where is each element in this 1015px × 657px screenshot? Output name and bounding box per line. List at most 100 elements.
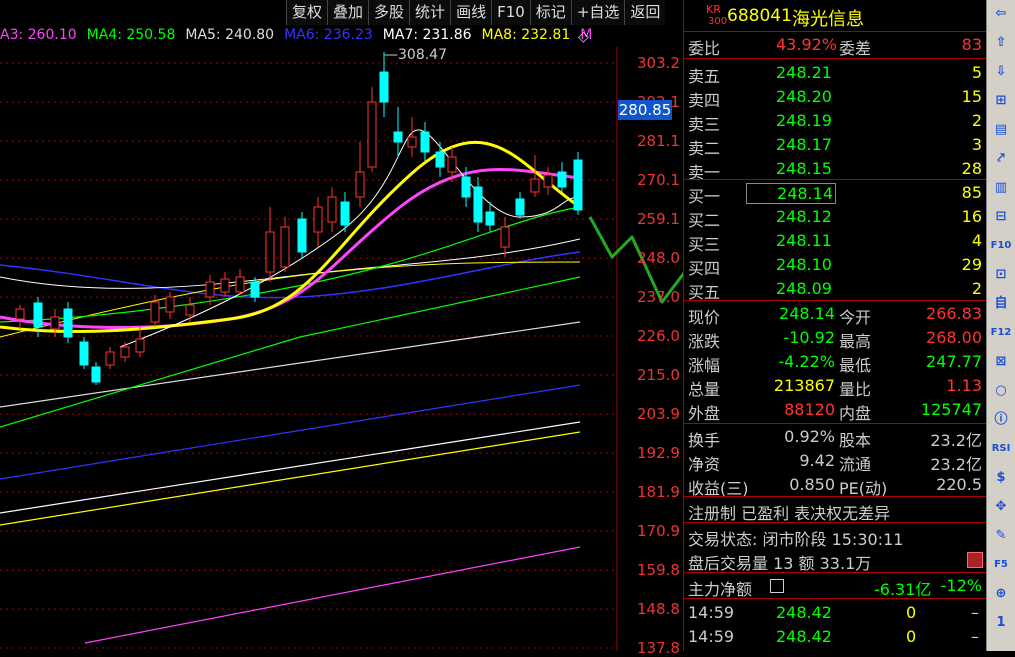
candle-body — [120, 346, 130, 358]
weibi-value: 43.92% — [776, 35, 838, 54]
fundamental-value: 0.92% — [784, 427, 835, 446]
ask-price: 248.20 — [776, 87, 832, 106]
sidebar-tool-icon[interactable]: F12 — [990, 322, 1012, 344]
current-price-box: 280.85 — [618, 100, 672, 120]
sidebar-tool-icon[interactable]: ⓘ — [990, 409, 1012, 431]
toolbar-button[interactable]: 返回 — [624, 0, 666, 25]
kline-chart[interactable]: 303.2292.1281.1270.1259.1248.0237.0226.0… — [0, 47, 912, 657]
sidebar-tool-icon[interactable]: $ — [990, 467, 1012, 489]
candle-body — [447, 156, 457, 173]
tick-row: 14:59 248.42 0 – — [684, 601, 987, 625]
price-axis: 303.2292.1281.1270.1259.1248.0237.0226.0… — [617, 47, 683, 657]
ma-curve — [0, 251, 581, 299]
sidebar-tool-icon[interactable]: ✎ — [990, 525, 1012, 547]
sidebar-tool-icon[interactable]: F5 — [990, 554, 1012, 576]
tick-volume: 0 — [906, 627, 917, 646]
quote-value: -10.92 — [783, 328, 835, 347]
bid-price: 248.10 — [776, 255, 832, 274]
sidebar-tool-icon[interactable]: ⊟ — [990, 206, 1012, 228]
quote-value: 125747 — [920, 400, 982, 419]
weicha-label: 委差 — [839, 39, 872, 58]
quote-label: 外盘 — [688, 404, 721, 423]
quote-row: 现价 248.14 今开 266.83 — [684, 302, 987, 327]
ma-legend-item: A3: 260.10 — [0, 27, 77, 43]
sidebar-tool-icon[interactable]: 1 — [990, 612, 1012, 634]
chart-toolbar: 复权 叠加 多股 统计 画线 F10 标记 +自选 返回 — [286, 0, 666, 27]
quote-label: 今开 — [839, 308, 872, 327]
sidebar-tool-icon[interactable]: ⊡ — [990, 264, 1012, 286]
ma-line — [84, 546, 581, 644]
sidebar-tool-icon[interactable]: ▤ — [990, 119, 1012, 141]
fundamental-label: 换手 — [688, 431, 721, 450]
sidebar-tool-icon[interactable]: ⊕ — [990, 583, 1012, 605]
divider — [684, 31, 987, 32]
candle-body — [63, 308, 73, 338]
divider — [684, 522, 987, 523]
sidebar-tool-icon[interactable]: ⇧ — [990, 32, 1012, 54]
toolbar-button[interactable]: 叠加 — [327, 0, 369, 25]
bid-price: 248.14 — [746, 183, 836, 204]
quote-label: 内盘 — [839, 404, 872, 423]
quote-row: 涨幅 -4.22% 最低 247.77 — [684, 350, 987, 375]
price-tick-label: 192.9 — [637, 444, 680, 463]
candle-body — [367, 101, 377, 168]
sidebar-tool-icon[interactable]: ⊞ — [990, 90, 1012, 112]
sidebar-tool-icon[interactable]: ⇦ — [990, 3, 1012, 25]
bid-label: 买二 — [688, 211, 721, 230]
bid-row: 买五 248.09 2 — [684, 277, 987, 302]
candle-body — [79, 341, 89, 366]
toolbar-button[interactable]: 统计 — [409, 0, 451, 25]
toolbar-button[interactable]: 标记 — [529, 0, 571, 25]
candle-body — [420, 131, 430, 153]
candle-body — [135, 338, 145, 353]
sidebar-tool-icon[interactable]: ▥ — [990, 177, 1012, 199]
tick-flag: – — [971, 603, 979, 622]
candle-body — [150, 301, 160, 323]
bid-volume: 16 — [961, 207, 982, 226]
quote-value: 247.77 — [926, 352, 982, 371]
toolbar-button[interactable]: F10 — [491, 0, 530, 25]
ma-curve — [0, 238, 581, 289]
sidebar-tool-icon[interactable]: RSI — [990, 438, 1012, 460]
bid-price: 248.09 — [776, 279, 832, 298]
bid-row: 买二 248.12 16 — [684, 205, 987, 230]
fundamental-row: 收益(三) 0.850 PE(动) 220.5 — [684, 473, 987, 498]
sidebar-tool-icon[interactable]: ⊠ — [990, 351, 1012, 373]
sidebar-tool-icon[interactable]: ✥ — [990, 496, 1012, 518]
tool-sidebar: ⇦ ⇧ ⇩ ⊞ ▤ ⤤ ▥ ⊟ F10 ⊡ 自 F12 ⊠ ○ ⓘ RSI $ ✥ ✎ F5 ⊕ 1 — [986, 0, 1015, 651]
candle-body — [355, 171, 365, 198]
fundamental-value: 0.850 — [789, 475, 835, 494]
ma-line — [0, 384, 581, 480]
fundamental-value: 23.2亿 — [930, 431, 982, 450]
sidebar-tool-icon[interactable]: ○ — [990, 380, 1012, 402]
weibi-row: 委比 43.92% 委差 83 — [684, 33, 987, 58]
bar-chart-icon[interactable] — [967, 552, 983, 568]
toolbar-button[interactable]: 画线 — [450, 0, 492, 25]
quote-value: 266.83 — [926, 304, 982, 323]
tick-price: 248.42 — [776, 627, 832, 646]
quote-row: 总量 213867 量比 1.13 — [684, 374, 987, 399]
fundamental-label: 净资 — [688, 455, 721, 474]
fundamental-value: 23.2亿 — [930, 455, 982, 474]
stock-code: 688041 — [727, 6, 792, 26]
price-tick-label: 181.9 — [637, 483, 680, 502]
sidebar-tool-icon[interactable]: F10 — [990, 235, 1012, 257]
ask-price: 248.21 — [776, 63, 832, 82]
candle-body — [557, 171, 567, 188]
price-tick-label: 226.0 — [637, 327, 680, 346]
fundamental-value: 220.5 — [936, 475, 982, 494]
list-icon[interactable] — [770, 579, 784, 593]
sidebar-tool-icon[interactable]: ⇩ — [990, 61, 1012, 83]
candle-body — [435, 151, 445, 168]
legend-toggle-icon[interactable]: ◇ — [578, 29, 589, 45]
sidebar-tool-icon[interactable]: 自 — [990, 293, 1012, 315]
toolbar-button[interactable]: 多股 — [368, 0, 410, 25]
price-tick-label: 159.8 — [637, 561, 680, 580]
ask-row: 卖二 248.17 3 — [684, 133, 987, 158]
sidebar-tool-icon[interactable]: ⤤ — [990, 148, 1012, 170]
ask-row: 卖五 248.21 5 — [684, 61, 987, 86]
tick-row: 14:59 248.42 0 – — [684, 625, 987, 649]
toolbar-button[interactable]: 复权 — [286, 0, 328, 25]
toolbar-button[interactable]: +自选 — [570, 0, 625, 25]
divider — [684, 423, 987, 424]
